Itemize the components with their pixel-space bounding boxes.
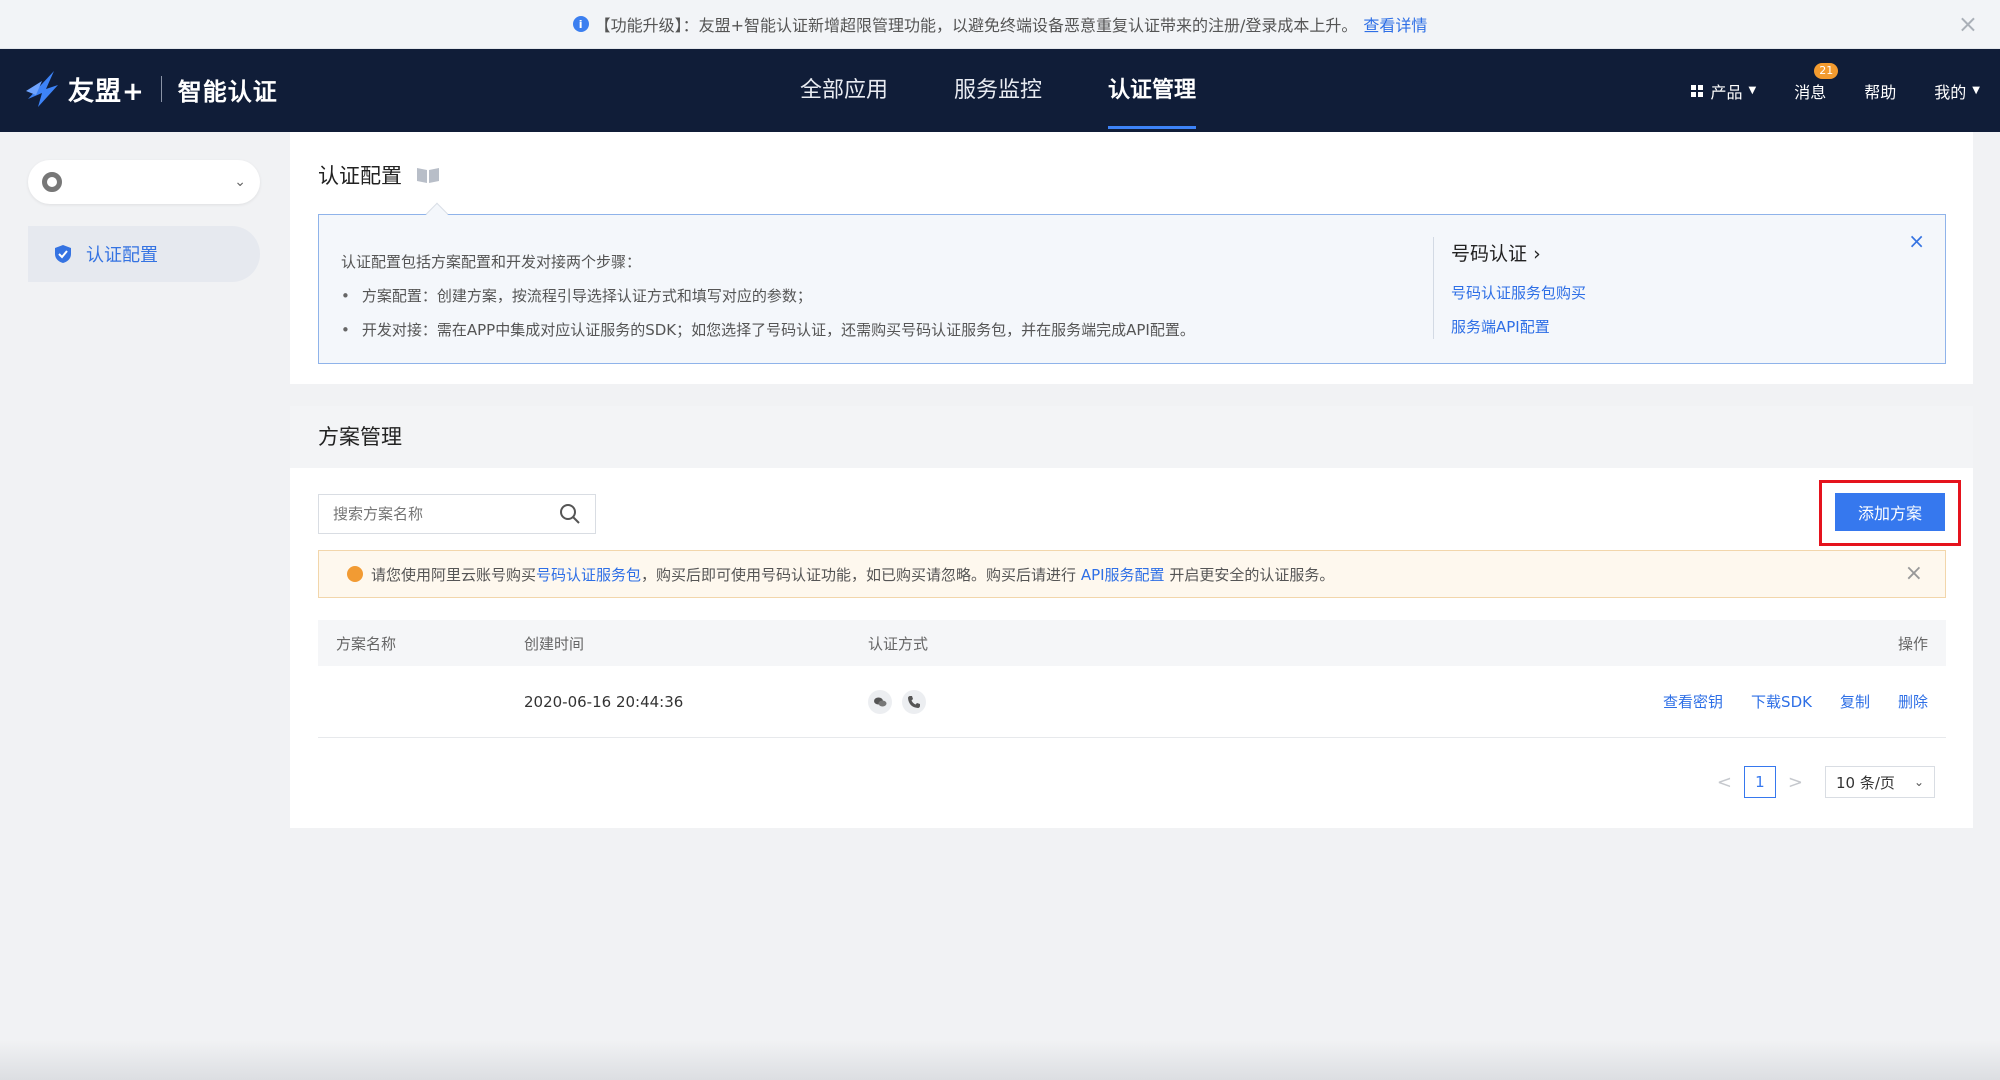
warning-text: 请您使用阿里云账号购买 [371,565,537,584]
logo[interactable]: 友盟+ 智能认证 [24,69,278,109]
column-header: 创建时间 [524,634,585,653]
copy-link[interactable]: 复制 [1840,691,1870,712]
info-icon: i [572,16,589,32]
auth-config-panel: 认证配置 认证配置包括方案配置和开发对接两个步骤： 方案配置：创建方案，按流程引… [290,132,1973,384]
brand-bird-icon [26,71,58,107]
sidebar-item-label: 认证配置 [86,245,158,266]
page-number[interactable]: 1 [1743,766,1776,798]
phone-icon [902,689,926,714]
grid-icon [1690,84,1703,97]
chevron-down-icon: ⌄ [234,174,246,190]
app-logo-icon [42,172,62,192]
notice-bar: i 【功能升级】：友盟+智能认证新增超限管理功能，以避免终端设备恶意重复认证带来… [0,0,2000,49]
products-menu[interactable]: 产品 ▼ [1690,79,1757,103]
intro-text: 认证配置包括方案配置和开发对接两个步骤： [341,253,642,271]
close-icon[interactable]: × [1958,10,1978,38]
download-sdk-link[interactable]: 下载SDK [1751,691,1812,712]
view-key-link[interactable]: 查看密钥 [1663,691,1723,712]
app-selector[interactable]: ⌄ [28,160,260,204]
auth-methods [868,666,936,737]
step-item: 开发对接：需在APP中集成对应认证服务的SDK；如您选择了号码认证，还需购买号码… [341,313,1195,347]
section-title: 方案管理 [290,406,1973,468]
divider [1433,237,1434,339]
chat-icon [868,689,892,714]
pagination: < 1 > 10 条/页 ⌄ [1705,766,1935,798]
info-box-pointer [425,202,449,226]
column-header: 操作 [1897,634,1928,653]
api-service-link[interactable]: API服务配置 [1081,564,1165,585]
number-auth-heading[interactable]: 号码认证 › [1451,239,1586,266]
warning-text: ，购买后即可使用号码认证功能，如已购买请忽略。购买后请进行 [641,565,1077,584]
package-link[interactable]: 号码认证服务包 [536,564,641,585]
products-label: 产品 [1710,82,1743,102]
bottom-shadow [0,1040,2000,1080]
search-input[interactable] [333,505,559,523]
number-auth-heading-text: 号码认证 [1451,243,1528,265]
page-size-select[interactable]: 10 条/页 ⌄ [1825,766,1935,798]
config-intro: 认证配置包括方案配置和开发对接两个步骤： 方案配置：创建方案，按流程引导选择认证… [341,245,1195,347]
nav-service-monitor[interactable]: 服务监控 [954,49,1042,132]
config-info-box: 认证配置包括方案配置和开发对接两个步骤： 方案配置：创建方案，按流程引导选择认证… [318,202,1946,364]
messages-label: 消息 [1794,82,1827,102]
add-plan-button[interactable]: 添加方案 [1835,493,1945,531]
caret-down-icon: ▼ [1972,85,1980,96]
shield-icon [55,245,71,263]
next-page-button[interactable]: > [1788,772,1803,793]
nav-auth-management[interactable]: 认证管理 [1108,49,1197,132]
warning-text: 开启更安全的认证服务。 [1169,565,1335,584]
divider [160,76,162,102]
close-icon[interactable]: × [1908,229,1925,253]
table-header: 方案名称 创建时间 认证方式 操作 [318,620,1946,666]
book-icon[interactable] [416,166,440,184]
sidebar-item-auth-config[interactable]: 认证配置 [28,226,260,282]
main-nav: 全部应用 服务监控 认证管理 [800,49,1262,132]
created-time: 2020-06-16 20:44:36 [524,692,684,711]
mine-menu[interactable]: 我的 ▼ [1934,79,1980,103]
page-title: 认证配置 [318,160,440,190]
plan-management-panel: 方案管理 添加方案 请您使用阿里云账号购买 号码认证服务包 ，购买后即可使用号码… [290,406,1973,828]
delete-link[interactable]: 删除 [1898,691,1928,712]
step-list: 方案配置：创建方案，按流程引导选择认证方式和填写对应的参数； 开发对接：需在AP… [341,279,1195,347]
search-box[interactable] [318,494,596,534]
notice-details-link[interactable]: 查看详情 [1363,12,1427,36]
search-icon[interactable] [559,503,581,525]
column-header: 认证方式 [868,634,929,653]
product-name: 智能认证 [177,77,278,106]
row-actions: 查看密钥 下载SDK 复制 删除 [1635,666,1928,737]
message-count-badge: 21 [1814,62,1839,79]
caret-down-icon: ▼ [1748,85,1757,96]
brand-name: 友盟+ [68,76,145,107]
api-config-link[interactable]: 服务端API配置 [1451,310,1586,344]
number-auth-links: 号码认证 › 号码认证服务包购买 服务端API配置 [1451,239,1586,344]
column-header: 方案名称 [336,634,397,653]
top-header: 友盟+ 智能认证 全部应用 服务监控 认证管理 产品 ▼ 消息 21 帮助 我的… [0,49,2000,132]
plan-table: 方案名称 创建时间 认证方式 操作 2020-06-16 20:44:36 查看… [318,620,1946,738]
mine-label: 我的 [1934,82,1967,102]
help-label: 帮助 [1864,82,1897,102]
chevron-down-icon: ⌄ [1913,775,1924,789]
table-row: 2020-06-16 20:44:36 查看密钥 下载SDK 复制 删除 [318,666,1946,738]
header-actions: 产品 ▼ 消息 21 帮助 我的 ▼ [1653,49,1980,132]
chevron-right-icon: › [1533,243,1541,265]
help-link[interactable]: 帮助 [1864,79,1896,103]
highlight-box: 添加方案 [1819,480,1961,546]
close-icon[interactable]: × [1905,561,1923,586]
page-title-text: 认证配置 [318,164,402,188]
page-size-value: 10 条/页 [1836,773,1895,792]
purchase-warning: 请您使用阿里云账号购买 号码认证服务包 ，购买后即可使用号码认证功能，如已购买请… [318,550,1946,598]
warning-icon [347,566,363,582]
step-item: 方案配置：创建方案，按流程引导选择认证方式和填写对应的参数； [341,279,1195,313]
notice-text: 【功能升级】：友盟+智能认证新增超限管理功能，以避免终端设备恶意重复认证带来的注… [594,16,1358,35]
nav-all-apps[interactable]: 全部应用 [800,49,888,132]
messages-link[interactable]: 消息 21 [1794,62,1839,103]
prev-page-button[interactable]: < [1717,772,1732,793]
buy-package-link[interactable]: 号码认证服务包购买 [1451,276,1586,310]
